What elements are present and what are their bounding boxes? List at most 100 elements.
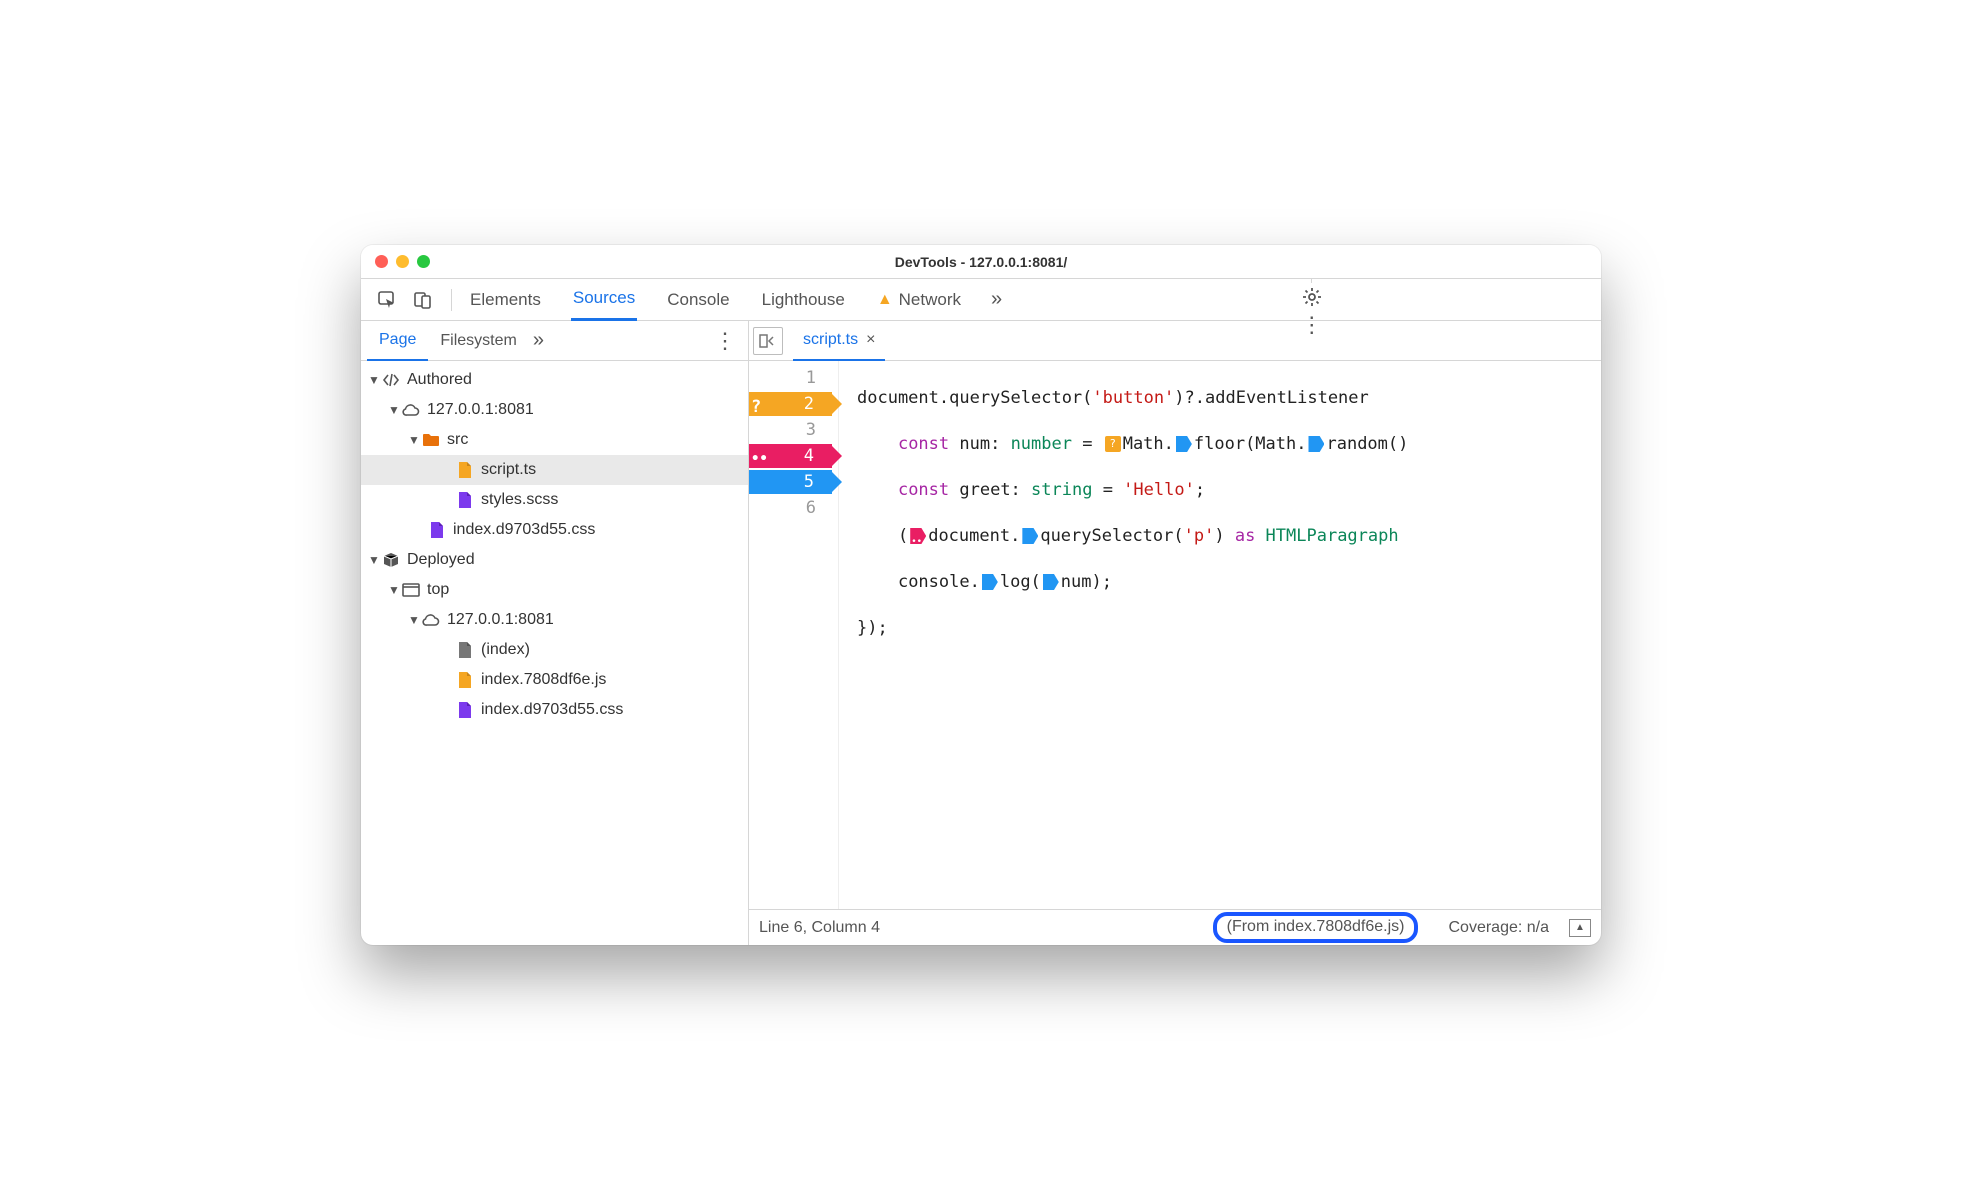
code-icon xyxy=(381,370,401,390)
tree-label: 127.0.0.1:8081 xyxy=(447,611,554,629)
code-line-2: const num: number = Math.floor(Math.rand… xyxy=(857,431,1601,457)
frame-icon xyxy=(401,580,421,600)
tree-label: Authored xyxy=(407,371,472,389)
tree-file-index-css-deployed[interactable]: index.d9703d55.css xyxy=(361,695,748,725)
editor-tabstrip: script.ts × xyxy=(749,321,1601,361)
navigator-panel: Page Filesystem » ⋮ ▼ Authored ▼ 127.0.0… xyxy=(361,321,749,945)
file-icon xyxy=(455,490,475,510)
tree-label: styles.scss xyxy=(481,491,558,509)
tree-file-styles-scss[interactable]: styles.scss xyxy=(361,485,748,515)
breakpoint-icon[interactable]: 5 xyxy=(749,470,832,494)
code-line-1: document.querySelector('button')?.addEve… xyxy=(857,385,1601,411)
tree-folder-src[interactable]: ▼ src xyxy=(361,425,748,455)
file-icon xyxy=(455,700,475,720)
source-from-indicator[interactable]: (From index.7808df6e.js) xyxy=(1213,912,1419,943)
tree-label: top xyxy=(427,581,449,599)
file-icon xyxy=(455,670,475,690)
inline-breakpoint-marker[interactable] xyxy=(1043,574,1059,590)
minimize-window-button[interactable] xyxy=(396,255,409,268)
editor-panel: script.ts × 1 ?2 3 ••4 xyxy=(749,321,1601,945)
tab-console[interactable]: Console xyxy=(665,279,731,321)
navigate-back-button[interactable] xyxy=(753,327,783,355)
navigator-tab-filesystem[interactable]: Filesystem xyxy=(428,321,528,361)
disclosure-icon: ▼ xyxy=(367,373,381,387)
conditional-breakpoint-icon[interactable]: ?2 xyxy=(749,392,832,416)
main-toolbar: Elements Sources Console Lighthouse ▲Net… xyxy=(361,279,1601,321)
show-drawer-icon[interactable]: ▲ xyxy=(1569,919,1591,937)
line-number: 5 xyxy=(804,470,814,494)
line-number: 4 xyxy=(804,444,814,468)
settings-icon[interactable] xyxy=(1298,283,1326,311)
code-line-6: }); xyxy=(857,615,1601,641)
tab-elements[interactable]: Elements xyxy=(468,279,543,321)
gutter-line-1[interactable]: 1 xyxy=(749,365,838,391)
editor-tab-script-ts[interactable]: script.ts × xyxy=(793,321,885,361)
line-number: 2 xyxy=(804,392,814,416)
tree-file-index-js[interactable]: index.7808df6e.js xyxy=(361,665,748,695)
gutter-line-2[interactable]: ?2 xyxy=(749,391,838,417)
box-icon xyxy=(381,550,401,570)
disclosure-icon: ▼ xyxy=(387,583,401,597)
main-content: Page Filesystem » ⋮ ▼ Authored ▼ 127.0.0… xyxy=(361,321,1601,945)
cursor-position: Line 6, Column 4 xyxy=(759,919,880,937)
navigator-more-tabs[interactable]: » xyxy=(533,329,544,352)
tree-label: src xyxy=(447,431,468,449)
tree-label: (index) xyxy=(481,641,530,659)
tree-group-authored[interactable]: ▼ Authored xyxy=(361,365,748,395)
navigator-kebab-icon[interactable]: ⋮ xyxy=(714,328,736,354)
inspect-element-icon[interactable] xyxy=(373,286,401,314)
line-number: 1 xyxy=(806,368,816,388)
source-map-link[interactable]: index.7808df6e.js xyxy=(1274,918,1399,935)
warning-icon: ▲ xyxy=(877,291,893,309)
devtools-window: DevTools - 127.0.0.1:8081/ Elements Sour… xyxy=(361,245,1601,945)
editor-statusbar: Line 6, Column 4 (From index.7808df6e.js… xyxy=(749,909,1601,945)
disclosure-icon: ▼ xyxy=(407,613,421,627)
editor-tab-label: script.ts xyxy=(803,331,858,349)
code-line-3: const greet: string = 'Hello'; xyxy=(857,477,1601,503)
file-icon xyxy=(427,520,447,540)
tree-group-deployed[interactable]: ▼ Deployed xyxy=(361,545,748,575)
maximize-window-button[interactable] xyxy=(417,255,430,268)
titlebar: DevTools - 127.0.0.1:8081/ xyxy=(361,245,1601,279)
navigator-tab-page[interactable]: Page xyxy=(367,321,428,361)
disclosure-icon: ▼ xyxy=(367,553,381,567)
inline-breakpoint-marker[interactable] xyxy=(982,574,998,590)
file-icon xyxy=(455,460,475,480)
close-window-button[interactable] xyxy=(375,255,388,268)
code-line-4: (document.querySelector('p') as HTMLPara… xyxy=(857,523,1601,549)
tree-top-frame[interactable]: ▼ top xyxy=(361,575,748,605)
tree-host-deployed[interactable]: ▼ 127.0.0.1:8081 xyxy=(361,605,748,635)
code-editor[interactable]: 1 ?2 3 ••4 5 6 document.que xyxy=(749,361,1601,909)
inline-logpoint-marker[interactable] xyxy=(910,528,926,544)
gutter-line-5[interactable]: 5 xyxy=(749,469,838,495)
from-prefix: (From xyxy=(1227,918,1274,935)
line-number: 6 xyxy=(806,498,816,518)
code-line-5: console.log(num); xyxy=(857,569,1601,595)
tree-file-index-html[interactable]: (index) xyxy=(361,635,748,665)
gutter-line-6[interactable]: 6 xyxy=(749,495,838,521)
tree-label: index.d9703d55.css xyxy=(481,701,623,719)
inline-breakpoint-marker[interactable] xyxy=(1022,528,1038,544)
editor-gutter[interactable]: 1 ?2 3 ••4 5 6 xyxy=(749,361,839,909)
close-tab-icon[interactable]: × xyxy=(866,331,875,349)
more-tabs-button[interactable]: » xyxy=(991,288,1002,311)
window-title: DevTools - 127.0.0.1:8081/ xyxy=(361,254,1601,270)
tab-sources[interactable]: Sources xyxy=(571,279,637,321)
device-toolbar-icon[interactable] xyxy=(409,286,437,314)
gutter-line-3[interactable]: 3 xyxy=(749,417,838,443)
tree-file-index-css-authored[interactable]: index.d9703d55.css xyxy=(361,515,748,545)
code-content[interactable]: document.querySelector('button')?.addEve… xyxy=(839,361,1601,909)
toolbar-divider xyxy=(451,289,452,311)
tree-host-authored[interactable]: ▼ 127.0.0.1:8081 xyxy=(361,395,748,425)
inline-conditional-marker[interactable] xyxy=(1105,436,1121,452)
inline-breakpoint-marker[interactable] xyxy=(1308,436,1324,452)
tab-lighthouse[interactable]: Lighthouse xyxy=(760,279,847,321)
gutter-line-4[interactable]: ••4 xyxy=(749,443,838,469)
logpoint-icon[interactable]: ••4 xyxy=(749,444,832,468)
tab-network[interactable]: ▲Network xyxy=(875,279,963,321)
tree-label: index.7808df6e.js xyxy=(481,671,606,689)
tree-file-script-ts[interactable]: script.ts xyxy=(361,455,748,485)
tree-label: script.ts xyxy=(481,461,536,479)
coverage-indicator: Coverage: n/a xyxy=(1448,919,1549,937)
inline-breakpoint-marker[interactable] xyxy=(1176,436,1192,452)
